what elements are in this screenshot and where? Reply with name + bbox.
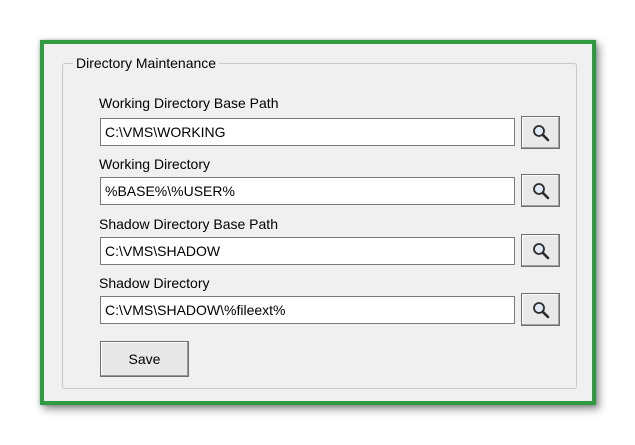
save-button[interactable]: Save [100,341,189,377]
working-directory-browse-button[interactable] [521,174,560,207]
working-base-path-browse-button[interactable] [521,116,560,149]
magnifier-icon [532,124,549,141]
working-directory-input[interactable] [100,177,515,205]
magnifier-icon [532,242,549,259]
shadow-base-path-browse-button[interactable] [521,234,560,267]
working-base-path-label: Working Directory Base Path [99,95,279,111]
group-title: Directory Maintenance [73,55,220,72]
shadow-base-path-input[interactable] [100,237,515,265]
working-directory-label: Working Directory [99,156,210,172]
dialog-frame: Directory Maintenance Working Directory … [40,40,596,405]
shadow-directory-browse-button[interactable] [521,293,560,326]
shadow-directory-label: Shadow Directory [99,275,210,291]
directory-maintenance-group: Directory Maintenance Working Directory … [62,55,577,389]
working-base-path-input[interactable] [100,118,515,146]
shadow-base-path-label: Shadow Directory Base Path [99,216,278,232]
magnifier-icon [532,301,549,318]
magnifier-icon [532,182,549,199]
shadow-directory-input[interactable] [100,296,515,324]
